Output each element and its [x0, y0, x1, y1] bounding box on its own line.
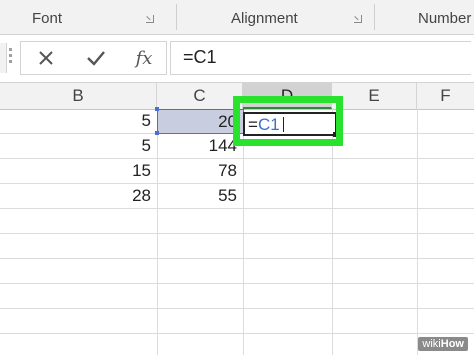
- watermark-how: How: [440, 338, 464, 350]
- column-header-f[interactable]: F: [417, 83, 474, 109]
- checkmark-icon: [87, 51, 105, 66]
- cell-b4[interactable]: 28: [0, 184, 157, 208]
- grid-line: [0, 258, 474, 259]
- grid-line: [0, 208, 474, 209]
- grid-line: [417, 109, 418, 355]
- column-header-e[interactable]: E: [332, 83, 417, 109]
- formula-bar-buttons: fx: [20, 41, 167, 75]
- grid-line: [0, 283, 474, 284]
- formula-input[interactable]: =C1: [170, 41, 471, 75]
- alignment-dialog-launcher-icon[interactable]: [354, 15, 362, 23]
- close-icon: [39, 51, 53, 65]
- insert-function-button[interactable]: fx: [124, 42, 164, 74]
- grid-line: [0, 308, 474, 309]
- ribbon-group-labels: Font Alignment Number: [0, 0, 474, 35]
- ribbon-group-number-label: Number: [418, 10, 472, 27]
- reference-handle[interactable]: [155, 107, 159, 111]
- watermark-logo: wikiHow: [418, 337, 468, 351]
- cell-c1-referenced[interactable]: 20: [157, 109, 244, 134]
- formula-bar: fx =C1: [0, 35, 474, 79]
- name-box-edge[interactable]: [0, 43, 7, 73]
- column-header-b[interactable]: B: [0, 83, 157, 109]
- ribbon-separator: [176, 4, 177, 30]
- font-dialog-launcher-icon[interactable]: [146, 15, 154, 23]
- ribbon-group-alignment-label: Alignment: [231, 10, 298, 27]
- grid-line: [0, 333, 474, 334]
- cancel-button[interactable]: [26, 42, 66, 74]
- cell-c2[interactable]: 144: [158, 134, 243, 158]
- cell-b3[interactable]: 15: [0, 159, 157, 183]
- resize-grip-icon[interactable]: [9, 48, 12, 66]
- column-header-c[interactable]: C: [157, 83, 243, 109]
- grid-line: [0, 233, 474, 234]
- formula-input-value: =C1: [183, 47, 217, 67]
- enter-button[interactable]: [76, 42, 116, 74]
- cell-c4[interactable]: 55: [158, 184, 243, 208]
- ribbon-separator: [374, 4, 375, 30]
- cell-b2[interactable]: 5: [0, 134, 157, 158]
- watermark-wiki: wiki: [422, 338, 441, 350]
- highlight-box: [233, 96, 343, 146]
- function-icon: fx: [135, 47, 153, 69]
- cell-c3[interactable]: 78: [158, 159, 243, 183]
- cell-b1[interactable]: 5: [0, 109, 157, 133]
- ribbon-group-font-label: Font: [32, 10, 63, 27]
